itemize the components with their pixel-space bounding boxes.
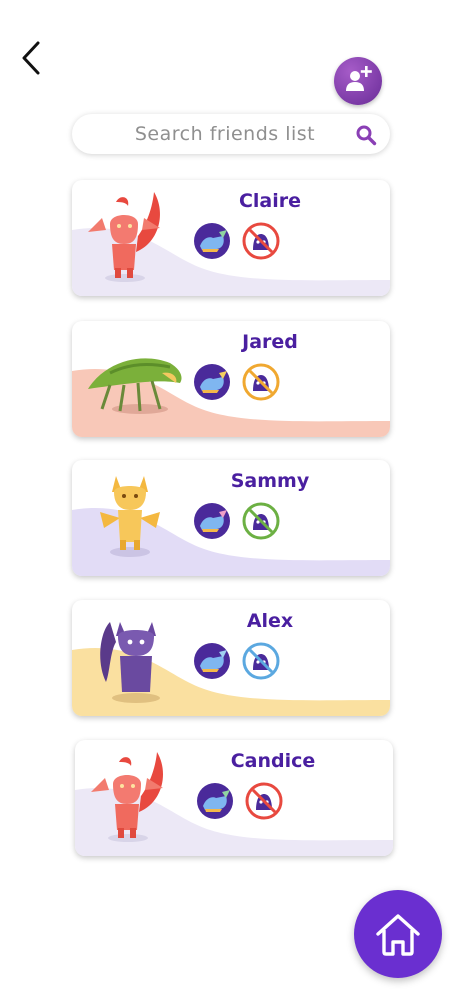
no-monster-icon	[242, 363, 280, 401]
friend-card-alex[interactable]: Alex	[72, 600, 390, 716]
no-monster-icon	[242, 642, 280, 680]
friend-name: Jared	[242, 331, 298, 353]
back-button[interactable]	[14, 38, 48, 78]
friend-card-claire[interactable]: Claire	[72, 180, 390, 296]
shoe-icon	[194, 223, 230, 259]
no-monster-icon	[242, 222, 280, 260]
friend-name: Claire	[238, 190, 302, 212]
purple-wolf-pet-image	[100, 622, 160, 703]
friend-card-candice[interactable]: Candice	[75, 740, 393, 856]
red-dragon-pet-image	[91, 752, 163, 842]
search-input[interactable]	[88, 115, 362, 153]
shoe-icon	[197, 783, 233, 819]
home-icon	[376, 914, 420, 956]
shoe-icon	[194, 503, 230, 539]
search-icon[interactable]	[354, 123, 378, 147]
search-bar	[72, 114, 390, 154]
friend-card-jared[interactable]: Jared	[72, 321, 390, 437]
shoe-icon	[194, 643, 230, 679]
no-monster-icon	[245, 782, 283, 820]
yellow-fox-pet-image	[100, 476, 160, 557]
chevron-left-icon	[22, 41, 40, 75]
no-monster-icon	[242, 502, 280, 540]
shoe-icon	[194, 364, 230, 400]
home-button[interactable]	[354, 890, 442, 978]
green-spider-pet-image	[88, 358, 182, 414]
friend-name: Sammy	[230, 470, 310, 492]
friend-name: Alex	[246, 610, 294, 632]
add-user-icon	[346, 66, 372, 91]
add-friend-button[interactable]	[334, 57, 382, 105]
red-dragon-pet-image	[88, 192, 160, 282]
friend-card-sammy[interactable]: Sammy	[72, 460, 390, 576]
friend-name: Candice	[230, 750, 316, 772]
